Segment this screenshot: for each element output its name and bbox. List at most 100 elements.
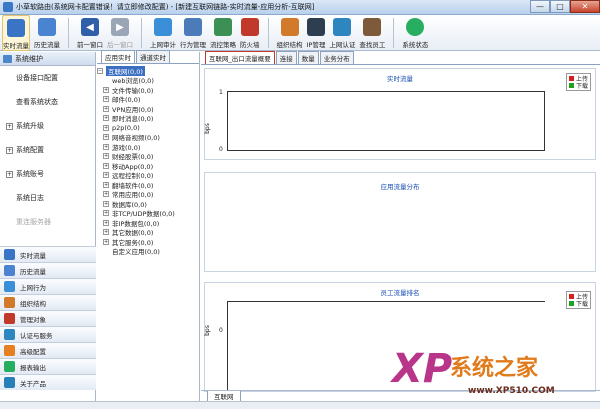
legend-download-swatch [568, 83, 574, 88]
outlook-item[interactable]: 历史流量 [0, 262, 96, 278]
tree-node[interactable]: 自定义应用(0,0) [97, 247, 199, 256]
tree-node-label: 邮件(0,0) [112, 96, 141, 105]
tree-node[interactable]: + VPN应用(0,0) [97, 104, 199, 114]
left-menu-item[interactable]: + 系统配置 [0, 138, 95, 162]
tree-node[interactable]: + 远程控制(0,0) [97, 171, 199, 180]
outlook-item[interactable]: 组织结构 [0, 294, 96, 310]
tree-node[interactable]: + 财经股票(0,0) [97, 152, 199, 161]
expand-icon[interactable]: + [103, 153, 109, 160]
left-menu-item[interactable]: 重连服务器 [0, 210, 95, 234]
expand-icon[interactable]: + [6, 122, 13, 130]
tab-internet[interactable]: 互联网 [207, 390, 241, 402]
plot-area [227, 91, 545, 151]
tree-node-label: 非IP数据包(0,0) [112, 219, 160, 228]
expand-icon[interactable]: + [103, 219, 109, 226]
outlook-item[interactable]: 关于产品 [0, 374, 96, 390]
realtime-traffic-button[interactable]: 实时流量 [2, 15, 30, 51]
expand-icon[interactable]: + [103, 134, 109, 141]
expand-icon[interactable]: + [103, 229, 109, 236]
internet-audit-button[interactable]: 上网审计 [150, 15, 176, 51]
expand-icon[interactable]: + [103, 200, 109, 207]
main-tab[interactable]: 互联网_出口流量概要 [205, 51, 275, 64]
firewall-icon [240, 18, 259, 36]
main-tab[interactable]: 连接 [275, 51, 297, 64]
find-employee-button[interactable]: 查找员工 [359, 15, 385, 51]
y-tick: 0 [219, 146, 223, 153]
outlook-item[interactable]: 认证与服务 [0, 326, 96, 342]
previous-window-button[interactable]: ◀ 前一窗口 [77, 15, 103, 51]
tree-root-label[interactable]: 互联网(0,0) [106, 65, 145, 76]
collapse-icon[interactable]: − [97, 67, 103, 74]
left-menu-item[interactable]: + 系统升级 [0, 114, 95, 138]
chart-title: 应用流量分布 [380, 183, 420, 191]
tab-app-realtime[interactable]: 应用实时 [101, 50, 135, 63]
tree-node[interactable]: + 网络音视频(0,0) [97, 133, 199, 143]
outlook-label: 认证与服务 [20, 331, 53, 340]
left-menu-item[interactable]: 系统日志 [0, 186, 95, 210]
ip-manage-button[interactable]: IP管理 [307, 15, 325, 51]
tree-node[interactable]: + 即时消息(0,0) [97, 114, 199, 123]
expand-icon[interactable]: + [103, 210, 109, 217]
expand-icon[interactable]: + [6, 170, 13, 178]
history-traffic-button[interactable]: 历史流量 [34, 15, 60, 51]
left-panel-header[interactable]: 系统维护 [0, 52, 95, 66]
outlook-item[interactable]: 高级配置 [0, 342, 96, 358]
status-bar [0, 401, 600, 409]
expand-icon[interactable]: + [103, 181, 109, 188]
expand-icon[interactable]: + [103, 96, 109, 103]
firewall-button[interactable]: 防火墙 [240, 15, 260, 51]
expand-icon[interactable]: + [103, 105, 109, 112]
tree-node[interactable]: + 文件传输(0,0) [97, 85, 199, 95]
tree-node-label: 其它服务(0,0) [112, 238, 154, 247]
behavior-manage-button[interactable]: 行为管理 [180, 15, 206, 51]
left-menu-item[interactable]: + 系统账号 [0, 162, 95, 186]
left-menu-item[interactable]: 查看系统状态 [0, 90, 95, 114]
tree-node[interactable]: + 常用应用(0,0) [97, 190, 199, 199]
tree-root[interactable]: − 互联网(0,0) [97, 65, 199, 76]
outlook-item[interactable]: 实时流量 [0, 246, 96, 262]
tree-node[interactable]: + 移动App(0,0) [97, 161, 199, 171]
expand-icon[interactable]: + [103, 172, 109, 179]
tree-node[interactable]: web浏览(0,0) [97, 76, 199, 85]
tab-channel-realtime[interactable]: 通道实时 [136, 50, 170, 63]
tree-node[interactable]: + 非TCP/UDP数据(0,0) [97, 209, 199, 218]
tree-node-label: 网络音视频(0,0) [112, 134, 160, 143]
main-tab[interactable]: 数量 [297, 51, 319, 64]
outlook-item[interactable]: 报表输出 [0, 358, 96, 374]
toolbar-label: 后一窗口 [107, 41, 133, 49]
tree-node[interactable]: + 非IP数据包(0,0) [97, 218, 199, 228]
tree-node[interactable]: + p2p(0,0) [97, 123, 199, 133]
flow-control-button[interactable]: 流控策略 [210, 15, 236, 51]
close-button[interactable]: ✕ [570, 0, 600, 13]
expand-icon[interactable]: + [103, 124, 109, 131]
expand-icon[interactable]: + [103, 162, 109, 169]
left-menu-item[interactable]: 设备接口配置 [0, 66, 95, 90]
main-tab[interactable]: 业务分布 [319, 51, 354, 64]
watermark-logo: XP [392, 346, 453, 392]
outlook-label: 管理对象 [20, 315, 46, 324]
toolbar-label: 查找员工 [359, 41, 386, 49]
tree-node[interactable]: + 其它服务(0,0) [97, 237, 199, 247]
tree-node[interactable]: + 其它数据(0,0) [97, 228, 199, 237]
expand-icon[interactable]: + [103, 86, 109, 93]
minimize-button[interactable]: — [530, 0, 550, 13]
monitor-icon [7, 19, 25, 37]
expand-icon[interactable]: + [103, 238, 109, 245]
outlook-item[interactable]: 上网行为 [0, 278, 96, 294]
tree-node[interactable]: + 翻墙软件(0,0) [97, 180, 199, 190]
org-structure-button[interactable]: 组织结构 [277, 15, 303, 51]
tree-node[interactable]: + 数据库(0,0) [97, 199, 199, 209]
system-status-button[interactable]: 系统状态 [402, 15, 428, 51]
arrow-right-icon: ▶ [111, 18, 129, 36]
tree-node[interactable]: + 游戏(0,0) [97, 142, 199, 152]
expand-icon[interactable]: + [103, 191, 109, 198]
left-menu-label: 重连服务器 [16, 218, 51, 226]
expand-icon[interactable]: + [6, 146, 13, 154]
maximize-button[interactable]: □ [550, 0, 570, 13]
expand-icon[interactable]: + [103, 115, 109, 122]
outlook-item[interactable]: 管理对象 [0, 310, 96, 326]
next-window-button[interactable]: ▶ 后一窗口 [107, 15, 133, 51]
internet-auth-button[interactable]: 上网认证 [329, 15, 355, 51]
tree-node[interactable]: + 邮件(0,0) [97, 95, 199, 105]
expand-icon[interactable]: + [103, 143, 109, 150]
